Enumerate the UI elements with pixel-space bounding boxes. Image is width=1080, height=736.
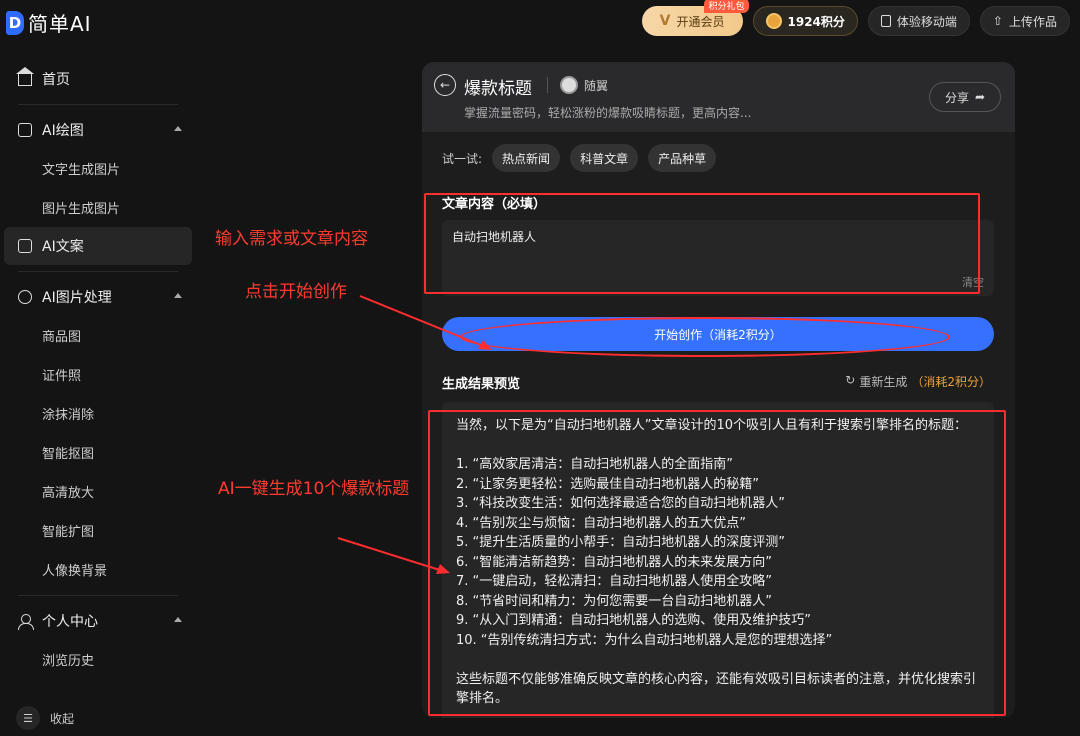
sidebar-item-label: 个人中心	[42, 614, 98, 630]
user-icon	[18, 614, 34, 630]
sidebar-item-image-to-image[interactable]: 图片生成图片	[0, 188, 196, 227]
vip-button[interactable]: V 开通会员 积分礼包	[641, 0, 749, 36]
gift-tag: 积分礼包	[704, 0, 749, 13]
mobile-button[interactable]: 体验移动端	[867, 6, 970, 36]
chevron-up-icon	[174, 617, 182, 622]
divider	[547, 77, 548, 93]
logo-mark: D	[6, 10, 24, 35]
share-icon: ➦	[974, 90, 986, 104]
sidebar: 首页 AI绘图 文字生成图片 图片生成图片 AI文案 AI图片处理 商品图 证件…	[0, 60, 196, 736]
sidebar-item-label: AI文案	[42, 239, 84, 255]
chip-science[interactable]: 科普文章	[570, 144, 639, 172]
sidebar-item-product-image[interactable]: 商品图	[0, 316, 196, 355]
author[interactable]: 随翼	[560, 76, 608, 94]
chip-product[interactable]: 产品种草	[648, 144, 717, 172]
sidebar-item-erase[interactable]: 涂抹消除	[0, 394, 196, 433]
sidebar-item-ai-draw[interactable]: AI绘图	[0, 111, 196, 149]
highlight-ellipse-button	[460, 317, 950, 357]
avatar	[560, 76, 578, 94]
divider	[18, 271, 178, 272]
upload-button[interactable]: ⇧ 上传作品	[979, 6, 1070, 36]
sidebar-item-label: AI图片处理	[42, 290, 112, 306]
chevron-up-icon	[174, 126, 182, 131]
try-row: 试一试: 热点新闻 科普文章 产品种草	[442, 144, 717, 172]
result-label: 生成结果预览	[442, 377, 521, 392]
sidebar-item-cutout[interactable]: 智能抠图	[0, 433, 196, 472]
collapse-label: 收起	[50, 711, 75, 726]
vip-icon: V	[659, 13, 671, 29]
sidebar-item-label: AI绘图	[42, 123, 84, 139]
phone-icon	[880, 15, 891, 27]
sidebar-item-history[interactable]: 浏览历史	[0, 640, 196, 679]
annotation-input-hint: 输入需求或文章内容	[215, 229, 368, 249]
sidebar-item-label: 首页	[42, 72, 70, 88]
sidebar-item-id-photo[interactable]: 证件照	[0, 355, 196, 394]
app-root: D 简单AI V 开通会员 积分礼包 1924积分 体验移动端 ⇧ 上传作品 首…	[0, 0, 1080, 736]
sidebar-item-home[interactable]: 首页	[0, 60, 196, 98]
coin-icon	[765, 13, 782, 29]
vip-label: 开通会员	[676, 14, 725, 29]
annotation-click-hint: 点击开始创作	[245, 282, 347, 302]
chip-hot-news[interactable]: 热点新闻	[492, 144, 561, 172]
collapse-button[interactable]: ☰ 收起	[16, 706, 74, 730]
sidebar-item-personal-center[interactable]: 个人中心	[0, 602, 196, 640]
sidebar-item-ai-copy[interactable]: AI文案	[4, 227, 192, 265]
refresh-icon: ↻	[845, 373, 856, 387]
share-label: 分享	[944, 90, 969, 105]
author-name: 随翼	[584, 78, 609, 93]
share-button[interactable]: 分享 ➦	[929, 82, 1001, 112]
top-bar: D 简单AI V 开通会员 积分礼包 1924积分 体验移动端 ⇧ 上传作品	[0, 0, 1080, 44]
menu-icon: ☰	[16, 706, 40, 730]
regenerate-label: 重新生成	[859, 375, 908, 389]
upload-icon: ⇧	[992, 14, 1003, 28]
logo[interactable]: D 简单AI	[6, 8, 92, 37]
sidebar-item-upscale[interactable]: 高清放大	[0, 472, 196, 511]
palette-icon	[18, 290, 32, 304]
sidebar-item-text-to-image[interactable]: 文字生成图片	[0, 149, 196, 188]
divider	[18, 595, 178, 596]
chevron-up-icon	[174, 293, 182, 298]
sidebar-item-ai-image-process[interactable]: AI图片处理	[0, 278, 196, 316]
points-button[interactable]: 1924积分	[752, 6, 858, 36]
image-icon	[18, 123, 32, 137]
top-actions: V 开通会员 积分礼包 1924积分 体验移动端 ⇧ 上传作品	[641, 0, 1070, 36]
upload-label: 上传作品	[1008, 14, 1057, 29]
highlight-box-input	[424, 193, 980, 294]
mobile-label: 体验移动端	[896, 14, 957, 29]
panel-title: 爆款标题	[464, 79, 532, 99]
ai-icon	[18, 239, 32, 253]
logo-text: 简单AI	[28, 12, 92, 36]
points-label: 1924积分	[787, 14, 845, 29]
panel-header: ← 爆款标题 随翼 掌握流量密码，轻松涨粉的爆款吸睛标题，更高内容... 分享 …	[422, 62, 1015, 132]
sidebar-item-expand[interactable]: 智能扩图	[0, 511, 196, 550]
highlight-box-result	[428, 410, 1006, 716]
regenerate-cost: （消耗2积分）	[911, 375, 991, 389]
home-icon	[16, 66, 34, 86]
regenerate-button[interactable]: ↻ 重新生成 （消耗2积分）	[845, 373, 991, 390]
try-label: 试一试:	[442, 151, 483, 166]
divider	[18, 104, 178, 105]
sidebar-item-background[interactable]: 人像换背景	[0, 550, 196, 589]
annotation-generate-hint: AI一键生成10个爆款标题	[218, 479, 410, 499]
panel-description: 掌握流量密码，轻松涨粉的爆款吸睛标题，更高内容...	[464, 106, 752, 120]
back-arrow-icon[interactable]: ←	[434, 74, 456, 96]
